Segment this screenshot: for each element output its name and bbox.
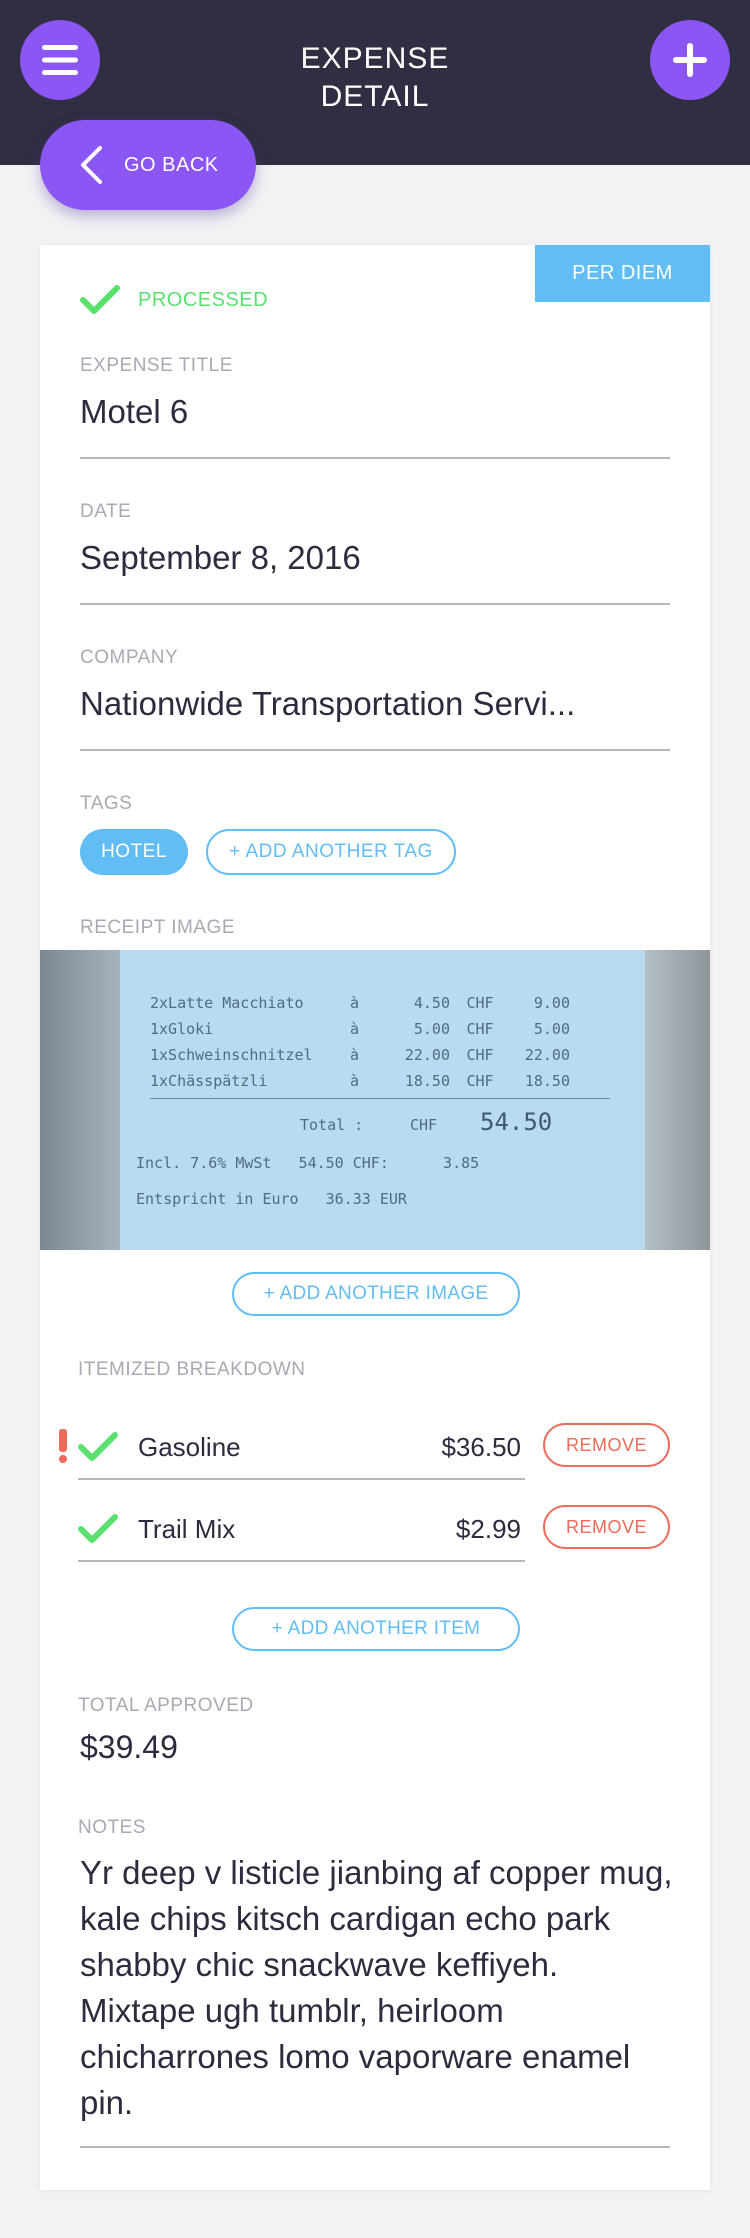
receipt-line-item: 1xChässpätzli <box>150 1072 268 1090</box>
line-item-amount[interactable]: $2.99 <box>413 1514 521 1545</box>
receipt-line-currency: CHF <box>466 994 494 1012</box>
receipt-line-qty: à <box>350 1020 360 1038</box>
date-label: DATE <box>80 501 132 522</box>
add-item-button[interactable]: + ADD ANOTHER ITEM <box>232 1607 520 1651</box>
page-title-line2: DETAIL <box>320 80 430 113</box>
notes-label: NOTES <box>78 1817 146 1838</box>
divider <box>78 1560 434 1562</box>
page-title: EXPENSE DETAIL <box>0 40 750 116</box>
receipt-line-currency: CHF <box>466 1072 494 1090</box>
line-item-amount[interactable]: $36.50 <box>413 1432 521 1463</box>
receipt-line-qty: à <box>350 1072 360 1090</box>
receipt-line-item: 1xGloki <box>150 1020 214 1038</box>
status-label: PROCESSED <box>138 288 269 311</box>
receipt-tax-line: Incl. 7.6% MwSt 54.50 CHF: 3.85 <box>136 1154 480 1172</box>
receipt-line-total: 9.00 <box>533 994 570 1012</box>
remove-item-button[interactable]: REMOVE <box>543 1505 670 1549</box>
receipt-line-price: 4.50 <box>413 994 450 1012</box>
receipt-line: 1xSchweinschnitzel à 22.00 CHF 22.00 <box>150 1042 630 1068</box>
receipt-line-item: 1xSchweinschnitzel <box>150 1046 313 1064</box>
line-item: Trail Mix $2.99 REMOVE <box>40 1502 710 1572</box>
remove-item-button[interactable]: REMOVE <box>543 1423 670 1467</box>
per-diem-badge[interactable]: PER DIEM <box>535 245 710 302</box>
receipt-line-total: 18.50 <box>524 1072 570 1090</box>
checkmark-icon <box>80 285 120 314</box>
receipt-line-qty: à <box>350 1046 360 1064</box>
add-tag-button[interactable]: + ADD ANOTHER TAG <box>206 829 456 875</box>
receipt-total-label: Total : <box>300 1116 364 1134</box>
itemized-breakdown-label: ITEMIZED BREAKDOWN <box>78 1359 306 1380</box>
checkmark-icon <box>78 1432 118 1461</box>
receipt-line-price: 18.50 <box>404 1072 450 1090</box>
plus-icon <box>673 43 707 77</box>
line-item-name[interactable]: Gasoline <box>138 1432 241 1463</box>
warning-flag-icon <box>59 1429 67 1463</box>
receipt-line: 1xChässpätzli à 18.50 CHF 18.50 <box>150 1068 610 1099</box>
receipt-line-item: 2xLatte Macchiato <box>150 994 304 1012</box>
receipt-line: 2xLatte Macchiato à 4.50 CHF 9.00 <box>150 990 630 1016</box>
receipt-total-currency: CHF <box>410 1116 438 1134</box>
company-label: COMPANY <box>80 647 179 668</box>
receipt-line-total: 5.00 <box>533 1020 570 1038</box>
receipt-line-currency: CHF <box>466 1020 494 1038</box>
receipt-bottom-line: Entspricht in Euro 36.33 EUR <box>136 1190 407 1208</box>
receipt-image-label: RECEIPT IMAGE <box>80 917 236 938</box>
chevron-left-icon <box>81 146 102 184</box>
date-field[interactable]: September 8, 2016 <box>80 539 670 577</box>
receipt-line: 1xGloki à 5.00 CHF 5.00 <box>150 1016 630 1042</box>
divider <box>413 1560 525 1562</box>
line-item: Gasoline $36.50 REMOVE <box>40 1420 710 1490</box>
line-item-name[interactable]: Trail Mix <box>138 1514 235 1545</box>
divider <box>80 603 670 605</box>
total-approved-label: TOTAL APPROVED <box>78 1695 254 1716</box>
expense-card: PER DIEM PROCESSED EXPENSE TITLE Motel 6… <box>40 245 710 2190</box>
receipt-line-qty: à <box>350 994 360 1012</box>
receipt-total-line: Total : CHF 54.50 <box>150 1109 630 1138</box>
divider <box>413 1478 525 1480</box>
divider <box>80 749 670 751</box>
company-field[interactable]: Nationwide Transportation Servi... <box>80 685 670 723</box>
divider <box>78 1478 434 1480</box>
add-image-button[interactable]: + ADD ANOTHER IMAGE <box>232 1272 520 1316</box>
notes-field[interactable]: Yr deep v listicle jianbing af copper mu… <box>80 1850 680 2126</box>
divider <box>80 457 670 459</box>
expense-title-field[interactable]: Motel 6 <box>80 393 670 431</box>
tags-label: TAGS <box>80 793 133 814</box>
receipt-line-currency: CHF <box>466 1046 494 1064</box>
go-back-button[interactable]: GO BACK <box>40 120 256 210</box>
receipt-image[interactable]: 2xLatte Macchiato à 4.50 CHF 9.00 1xGlok… <box>40 950 710 1250</box>
add-expense-button[interactable] <box>650 20 730 100</box>
receipt-line-price: 5.00 <box>413 1020 450 1038</box>
go-back-label: GO BACK <box>124 153 219 176</box>
receipt-line-total: 22.00 <box>524 1046 570 1064</box>
tag-hotel[interactable]: HOTEL <box>80 829 188 875</box>
total-approved-value: $39.49 <box>80 1729 178 1765</box>
divider <box>80 2146 670 2148</box>
receipt-total-value: 54.50 <box>480 1108 553 1136</box>
receipt-line-price: 22.00 <box>404 1046 450 1064</box>
status-indicator: PROCESSED <box>80 285 268 315</box>
receipt-text: 2xLatte Macchiato à 4.50 CHF 9.00 1xGlok… <box>136 990 630 1212</box>
expense-title-label: EXPENSE TITLE <box>80 355 233 376</box>
page-title-line1: EXPENSE <box>300 42 450 75</box>
checkmark-icon <box>78 1514 118 1543</box>
